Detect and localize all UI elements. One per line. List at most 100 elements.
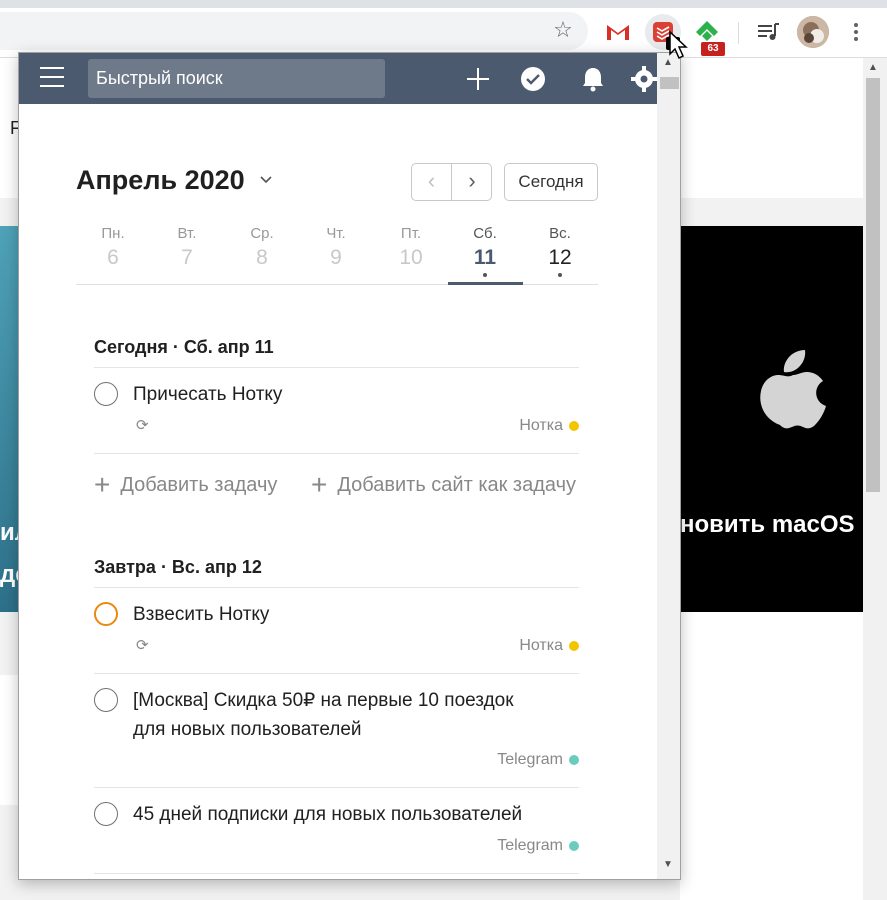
task-item[interactable]: [Москва] Скидка 50₽ на первые 10 поездок…	[94, 688, 579, 788]
recurring-icon: ⟳	[136, 637, 149, 654]
day-name: Вт.	[177, 225, 197, 242]
day-name: Чт.	[326, 225, 346, 242]
media-queue-icon[interactable]	[754, 18, 782, 46]
task-title[interactable]: Причесать Нотку	[133, 380, 533, 409]
day-name: Пн.	[101, 225, 125, 242]
project-color-dot	[569, 754, 579, 765]
day-name: Ср.	[250, 225, 274, 242]
task-title[interactable]: [Москва] Скидка 50₽ на первые 10 поездок…	[133, 686, 533, 744]
task-project[interactable]: Нотка	[519, 417, 579, 435]
day-date: 11	[473, 246, 497, 269]
popup-scrollbar[interactable]: ▲ ▼	[657, 53, 680, 879]
task-complete-checkbox[interactable]	[94, 688, 118, 712]
toolbar-separator	[738, 22, 739, 44]
project-name: Telegram	[497, 751, 563, 768]
hamburger-menu-icon[interactable]	[40, 67, 64, 89]
project-color-dot	[569, 840, 579, 851]
popup-header: Быстрый поиск	[19, 53, 657, 104]
divider	[94, 453, 579, 454]
day-date: 9	[330, 246, 342, 269]
selected-day-indicator	[448, 282, 523, 285]
divider	[94, 787, 579, 788]
background-teal-text: ил де	[0, 519, 18, 588]
section-title-today: Сегодня · Сб. апр 11	[94, 337, 274, 357]
day-friday[interactable]: Пт. 10	[374, 225, 448, 270]
add-task-icon[interactable]	[464, 65, 492, 93]
task-complete-checkbox[interactable]	[94, 382, 118, 406]
day-thursday[interactable]: Чт. 9	[299, 225, 373, 270]
task-complete-checkbox[interactable]	[94, 602, 118, 626]
bookmark-star-icon[interactable]: ☆	[551, 18, 575, 42]
background-apple-banner[interactable]	[680, 226, 863, 612]
notifications-bell-icon[interactable]	[579, 65, 607, 93]
add-site-as-task-button[interactable]: + Добавить сайт как задачу	[311, 469, 576, 501]
task-project[interactable]: Telegram	[497, 751, 579, 769]
popup-scrollbar-thumb[interactable]	[660, 77, 679, 89]
week-strip: Пн. 6 Вт. 7 Ср. 8 Чт. 9 Пт. 10 Сб. 11 Вс…	[76, 225, 598, 285]
plus-icon: +	[311, 469, 328, 500]
page-scroll-up-icon[interactable]: ▲	[868, 62, 878, 73]
day-saturday[interactable]: Сб. 11	[448, 225, 522, 277]
task-project[interactable]: Нотка	[519, 637, 579, 655]
todoist-popup: Быстрый поиск ▲ ▼ Апрель 2020 ‹ › Сегодн…	[18, 52, 681, 880]
feedly-badge: 63	[701, 42, 725, 56]
plus-icon: +	[94, 469, 111, 500]
day-date: 12	[548, 246, 572, 269]
add-task-label: Добавить задачу	[120, 474, 278, 496]
day-name: Вс.	[549, 225, 571, 242]
section-title-tomorrow: Завтра · Вс. апр 12	[94, 557, 262, 577]
chrome-menu-icon[interactable]	[846, 20, 866, 44]
divider	[94, 587, 579, 588]
task-title[interactable]: 45 дней подписки для новых пользователей	[133, 800, 533, 829]
apple-logo-icon	[760, 350, 826, 429]
task-complete-checkbox[interactable]	[94, 802, 118, 826]
next-week-button[interactable]: ›	[452, 164, 492, 200]
task-item[interactable]: Причесать Нотку ⟳ Нотка	[94, 382, 579, 452]
day-wednesday[interactable]: Ср. 8	[225, 225, 299, 270]
day-sunday[interactable]: Вс. 12	[523, 225, 597, 277]
mouse-cursor-icon	[669, 30, 688, 60]
chevron-down-icon[interactable]	[259, 173, 273, 187]
day-date: 8	[256, 246, 268, 269]
project-color-dot	[569, 640, 579, 651]
background-content	[680, 612, 863, 900]
day-name: Пт.	[400, 225, 422, 242]
project-name: Нотка	[519, 417, 563, 434]
task-title[interactable]: Взвесить Нотку	[133, 600, 533, 629]
tab-strip	[0, 0, 887, 8]
week-navigation: ‹ ›	[411, 163, 492, 201]
background-banner-text: новить macOS	[680, 511, 855, 538]
has-tasks-dot	[558, 273, 562, 277]
previous-week-button[interactable]: ‹	[412, 164, 452, 200]
project-name: Нотка	[519, 637, 563, 654]
day-date: 6	[107, 246, 119, 269]
popup-scroll-down-icon[interactable]: ▼	[663, 859, 673, 870]
gmail-icon[interactable]	[604, 18, 632, 46]
day-name: Сб.	[473, 225, 497, 242]
recurring-icon: ⟳	[136, 417, 149, 434]
divider	[94, 873, 579, 874]
add-site-task-label: Добавить сайт как задачу	[337, 474, 577, 496]
add-task-button[interactable]: + Добавить задачу	[94, 469, 277, 501]
address-bar[interactable]	[0, 12, 588, 50]
divider	[94, 673, 579, 674]
page-scrollbar-thumb[interactable]	[866, 78, 880, 492]
productivity-check-icon[interactable]	[519, 65, 547, 93]
settings-gear-icon[interactable]	[630, 65, 658, 93]
task-item[interactable]: Взвесить Нотку ⟳ Нотка	[94, 602, 579, 672]
project-color-dot	[569, 420, 579, 431]
today-button[interactable]: Сегодня	[504, 163, 598, 201]
month-label[interactable]: Апрель 2020	[76, 165, 245, 196]
browser-toolbar: ☆ 1 63	[0, 8, 887, 58]
task-project[interactable]: Telegram	[497, 837, 579, 855]
has-tasks-dot	[483, 273, 487, 277]
divider	[94, 367, 579, 368]
day-date: 10	[399, 246, 423, 269]
day-date: 7	[181, 246, 193, 269]
day-tuesday[interactable]: Вт. 7	[150, 225, 224, 270]
task-item[interactable]: 45 дней подписки для новых пользователей…	[94, 802, 579, 872]
quick-search-input[interactable]: Быстрый поиск	[88, 59, 385, 98]
project-name: Telegram	[497, 837, 563, 854]
day-monday[interactable]: Пн. 6	[76, 225, 150, 270]
profile-avatar[interactable]	[797, 16, 829, 48]
